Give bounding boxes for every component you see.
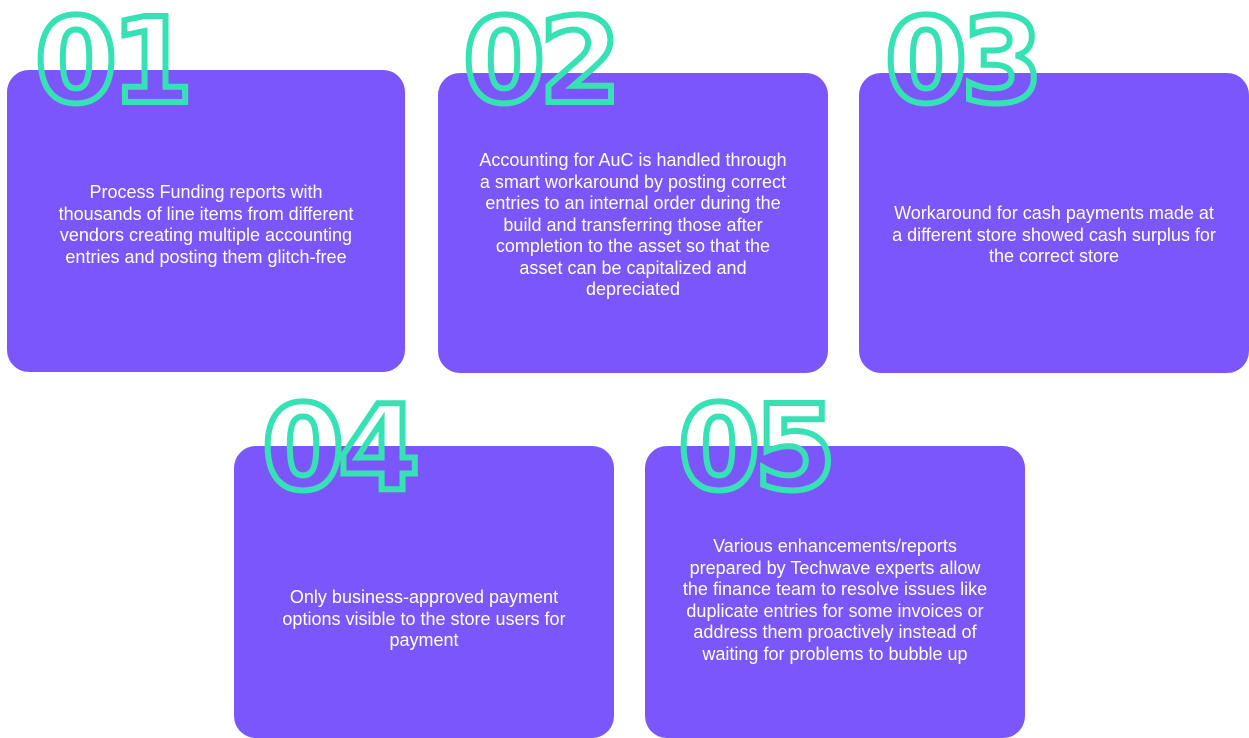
feature-card-text: Accounting for AuC is handled through a … <box>479 150 787 299</box>
feature-card-text: Workaround for cash payments made at a d… <box>892 203 1216 266</box>
feature-number: 01 <box>32 0 196 130</box>
feature-number: 03 <box>882 0 1046 130</box>
feature-card-text: Only business-approved payment options v… <box>282 587 566 650</box>
feature-number: 04 <box>259 379 423 517</box>
feature-card-text: Various enhancements/reports prepared by… <box>682 536 988 664</box>
feature-number: 05 <box>675 379 839 517</box>
feature-number: 02 <box>460 0 624 130</box>
feature-card-text: Process Funding reports with thousands o… <box>58 182 354 267</box>
